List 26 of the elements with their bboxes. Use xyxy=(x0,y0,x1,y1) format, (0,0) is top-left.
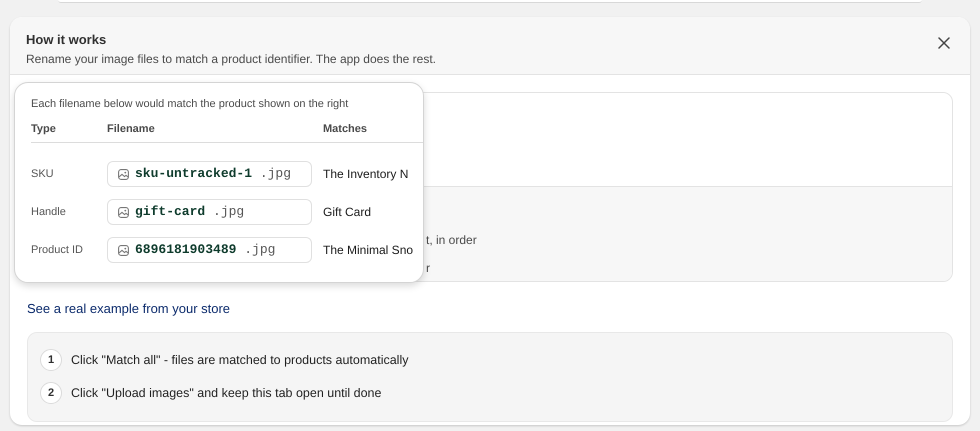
filename-text: gift-card .jpg xyxy=(135,203,244,222)
image-icon xyxy=(118,168,129,180)
popover-caption: Each filename below would match the product shown on the right xyxy=(31,97,350,112)
image-icon xyxy=(118,244,129,256)
list-text: r xyxy=(426,260,431,277)
example-link[interactable]: See a real example from your store xyxy=(27,299,230,318)
type-label: SKU xyxy=(31,166,55,182)
filename-text: 6896181903489 .jpg xyxy=(135,241,276,260)
filename-text: sku-untracked-1 .jpg xyxy=(135,165,292,184)
column-header: Filename xyxy=(107,122,156,136)
column-header: Type xyxy=(31,122,57,136)
close-icon xyxy=(938,37,950,50)
product-name: The Inventory N xyxy=(323,166,410,183)
product-name: The Minimal Sno xyxy=(323,242,414,259)
step-text: Click "Upload images" and keep this tab open until done xyxy=(71,384,382,402)
card-subtitle: Rename your image files to match a product identifier. The app does the rest. xyxy=(26,50,436,68)
product-name: Gift Card xyxy=(323,204,372,221)
step-number: 2 xyxy=(40,382,62,404)
type-label: Handle xyxy=(31,204,67,220)
card-title: How it works xyxy=(26,31,108,49)
column-header: Matches xyxy=(323,122,368,136)
type-label: Product ID xyxy=(31,242,84,258)
step-number: 1 xyxy=(40,349,62,371)
step-text: Click "Match all" - files are matched to products automatically xyxy=(71,352,408,369)
image-icon xyxy=(118,206,129,218)
list-text: t, in order xyxy=(426,232,478,249)
